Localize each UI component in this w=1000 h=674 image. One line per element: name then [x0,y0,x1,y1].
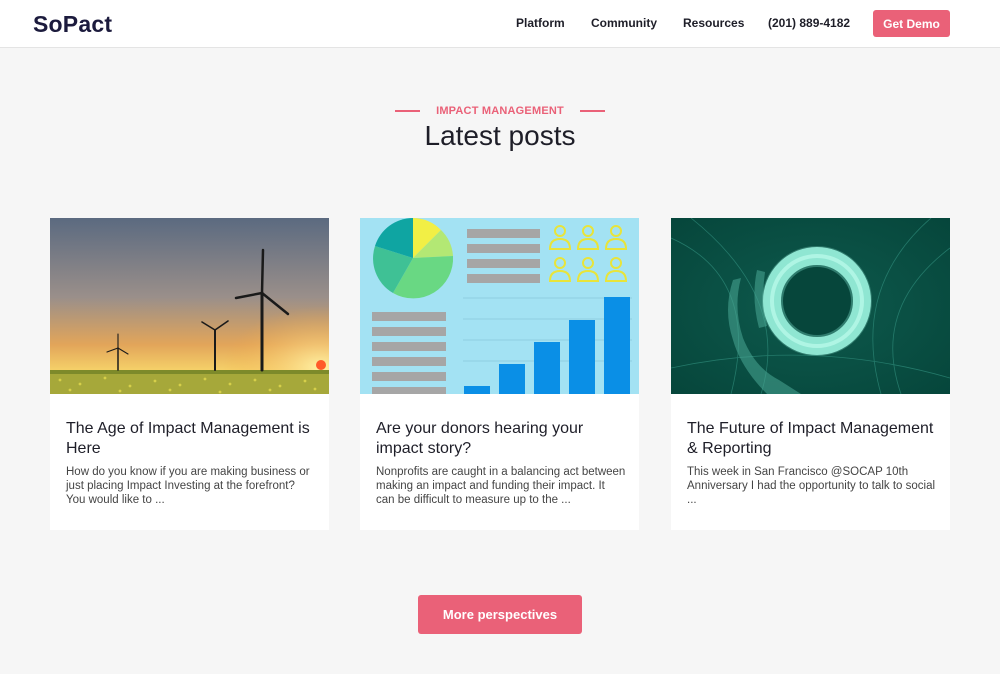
post-excerpt: How do you know if you are making busine… [66,466,310,506]
nav-community[interactable]: Community [591,16,657,30]
infographic-illustration[interactable] [360,218,639,394]
wind-turbine-photo[interactable] [50,218,329,394]
ring-hand-photo[interactable] [671,218,950,394]
post-card-2[interactable]: Are your donors hearing your impact stor… [360,218,639,530]
site-header: SoPact Platform Community Resources (201… [0,0,1000,48]
nav-phone-number[interactable]: (201) 889-4182 [768,16,850,30]
section-eyebrow: IMPACT MANAGEMENT [0,105,1000,117]
post-title[interactable]: The Age of Impact Management is Here [66,419,316,459]
section-title: Latest posts [424,120,576,151]
post-card-3[interactable]: The Future of Impact Management & Report… [671,218,950,530]
nav-platform[interactable]: Platform [516,16,565,30]
post-excerpt: Nonprofits are caught in a balancing act… [376,466,626,506]
post-card-1[interactable]: The Age of Impact Management is Here How… [50,218,329,530]
post-title[interactable]: The Future of Impact Management & Report… [687,419,937,459]
more-perspectives-button[interactable]: More perspectives [418,595,582,634]
eyebrow-line-right [579,110,605,112]
post-excerpt: This week in San Francisco @SOCAP 10th A… [687,466,936,506]
post-title[interactable]: Are your donors hearing your impact stor… [376,419,626,459]
get-demo-button[interactable]: Get Demo [873,10,950,37]
sopact-logo[interactable]: SoPact [33,11,112,38]
eyebrow-line-left [395,110,421,112]
eyebrow-label: IMPACT MANAGEMENT [436,105,564,117]
nav-resources[interactable]: Resources [683,16,744,30]
